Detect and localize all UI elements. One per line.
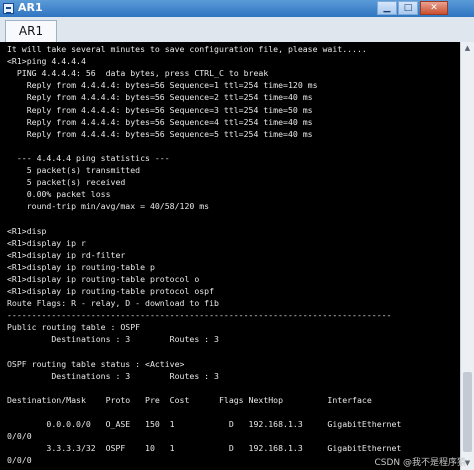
watermark: CSDN @我不是程序猿	[374, 458, 466, 468]
terminal-line: 0/0/0	[7, 431, 32, 442]
tab-strip: AR1	[0, 17, 474, 42]
terminal-line: OSPF routing table status : <Active>	[7, 358, 185, 369]
terminal-line: Reply from 4.4.4.4: bytes=56 Sequence=1 …	[7, 80, 318, 91]
terminal-line: <R1>display ip r	[7, 237, 86, 248]
terminal-line: Destination/Mask Proto Pre Cost Flags Ne…	[7, 394, 372, 405]
terminal-line: Route Flags: R - relay, D - download to …	[7, 298, 219, 309]
terminal-line: <R1>disp	[7, 225, 47, 236]
terminal-line: ----------------------------------------…	[7, 310, 392, 321]
window-title-bar: AR1 ▁ □ ✕	[0, 0, 474, 17]
terminal-line: Destinations : 3 Routes : 3	[7, 370, 219, 381]
terminal-line: Reply from 4.4.4.4: bytes=56 Sequence=5 …	[7, 128, 313, 139]
router-app-icon	[3, 3, 14, 14]
window-title: AR1	[18, 1, 43, 14]
close-button[interactable]: ✕	[420, 1, 448, 15]
scroll-thumb[interactable]	[463, 372, 472, 452]
terminal-line: <R1>display ip rd-filter	[7, 249, 126, 260]
terminal-line: Reply from 4.4.4.4: bytes=56 Sequence=4 …	[7, 116, 313, 127]
terminal-line: Reply from 4.4.4.4: bytes=56 Sequence=3 …	[7, 104, 313, 115]
vertical-scrollbar[interactable]: ▲ ▼	[460, 42, 474, 470]
terminal-line: <R1>display ip routing-table protocol o	[7, 273, 200, 284]
terminal-line: 5 packet(s) received	[7, 177, 126, 188]
minimize-button[interactable]: ▁	[377, 1, 397, 15]
terminal-line: <R1>ping 4.4.4.4	[7, 56, 86, 67]
terminal-line: --- 4.4.4.4 ping statistics ---	[7, 152, 170, 163]
terminal-line: Reply from 4.4.4.4: bytes=56 Sequence=2 …	[7, 92, 313, 103]
terminal-line: It will take several minutes to save con…	[7, 44, 367, 54]
terminal-line: round-trip min/avg/max = 40/58/120 ms	[7, 201, 210, 212]
terminal-line: <R1>display ip routing-table p	[7, 261, 155, 272]
terminal-line: 0/0/0	[7, 455, 32, 466]
terminal-line: 0.00% packet loss	[7, 189, 111, 200]
scroll-up-arrow-icon[interactable]: ▲	[461, 42, 474, 55]
tab-ar1[interactable]: AR1	[5, 20, 57, 42]
terminal-line: <R1>display ip routing-table protocol os…	[7, 286, 215, 296]
terminal-line: 5 packet(s) transmitted	[7, 165, 141, 175]
terminal-line: PING 4.4.4.4: 56 data bytes, press CTRL_…	[7, 68, 269, 79]
terminal-line: Destinations : 3 Routes : 3	[7, 334, 219, 345]
terminal-line: Public routing table : OSPF	[7, 322, 141, 333]
terminal-line: 0.0.0.0/0 O_ASE 150 1 D 192.168.1.3 Giga…	[7, 419, 402, 430]
terminal-console[interactable]: It will take several minutes to save con…	[0, 42, 460, 470]
maximize-button[interactable]: □	[398, 1, 418, 15]
terminal-line: 3.3.3.3/32 OSPF 10 1 D 192.168.1.3 Gigab…	[7, 443, 402, 454]
